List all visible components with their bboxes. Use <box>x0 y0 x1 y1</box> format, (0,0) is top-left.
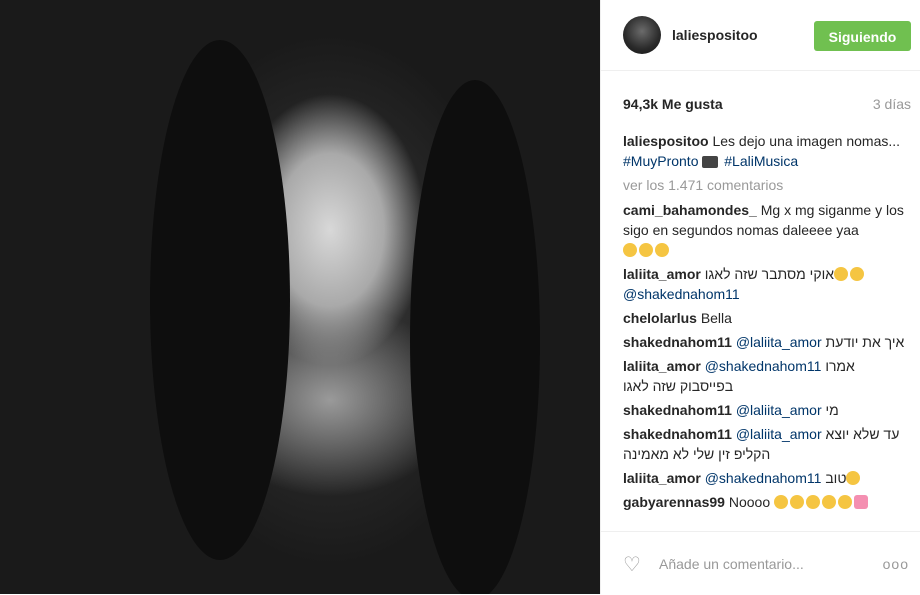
comment-username[interactable]: laliita_amor <box>623 358 701 374</box>
comment-username[interactable]: cami_bahamondes_ <box>623 202 757 218</box>
grinning-emoji-icon <box>623 243 637 257</box>
heart-eyes-emoji-icon <box>838 495 852 509</box>
comment-username[interactable]: shakednahom11 <box>623 334 732 350</box>
comment-item: shakednahom11 @laliita_amor עד שלא יוצא … <box>623 424 911 464</box>
caption: laliespositoo Les dejo una imagen nomas.… <box>623 131 911 171</box>
grinning-emoji-icon <box>655 243 669 257</box>
mention-link[interactable]: @shakednahom11 <box>705 358 822 374</box>
caption-text: Les dejo una imagen nomas... <box>712 133 901 149</box>
mention-link[interactable]: @laliita_amor <box>736 426 822 442</box>
hashtag-link[interactable]: #LaliMusica <box>724 153 798 169</box>
comment-username[interactable]: gabyarennas99 <box>623 494 725 510</box>
photo-hair-right <box>410 80 540 594</box>
photo-hair-left <box>150 40 290 560</box>
crying-laughing-emoji-icon <box>850 267 864 281</box>
avatar[interactable] <box>623 16 661 54</box>
comment-text: איך את יודעת <box>825 334 905 350</box>
mention-link[interactable]: @laliita_amor <box>736 334 822 350</box>
post-photo[interactable] <box>0 0 600 594</box>
mention-link[interactable]: @shakednahom11 <box>623 286 740 302</box>
comment-item: chelolarlus Bella <box>623 308 911 328</box>
movie-camera-emoji-icon <box>702 156 719 168</box>
likes-count[interactable]: 94,3k Me gusta <box>623 96 723 112</box>
comment-text: טוב <box>825 470 847 486</box>
post-sidebar: laliespositoo Siguiendo 94,3k Me gusta 3… <box>600 0 920 594</box>
heart-outline-icon[interactable]: ♡ <box>623 554 645 576</box>
grinning-emoji-icon <box>639 243 653 257</box>
following-button[interactable]: Siguiendo <box>814 21 911 51</box>
comments-list: laliespositoo Les dejo una imagen nomas.… <box>623 131 911 526</box>
comment-item: cami_bahamondes_ Mg x mg siganme y los s… <box>623 200 911 260</box>
view-all-comments-link[interactable]: ver los 1.471 comentarios <box>623 175 911 195</box>
comment-username[interactable]: laliita_amor <box>623 266 701 282</box>
comment-username[interactable]: shakednahom11 <box>623 426 732 442</box>
comment-item: shakednahom11 @laliita_amor מי <box>623 400 911 420</box>
comment-bar: ♡ Añade un comentario... ooo <box>601 531 920 595</box>
instagram-post: laliespositoo Siguiendo 94,3k Me gusta 3… <box>0 0 920 594</box>
post-time[interactable]: 3 días <box>873 96 911 112</box>
comment-username[interactable]: chelolarlus <box>623 310 697 326</box>
comment-text: Noooo <box>728 494 771 510</box>
comment-item: laliita_amor @shakednahom11 אמרו בפייסבו… <box>623 356 911 396</box>
comment-item: laliita_amor אוקי מסתבר שזה לאגו @shaked… <box>623 264 911 304</box>
heart-eyes-emoji-icon <box>806 495 820 509</box>
crying-laughing-emoji-icon <box>846 471 861 485</box>
comment-item: gabyarennas99 Noooo <box>623 492 911 512</box>
comment-text: אוקי מסתבר שזה לאגו <box>704 266 834 282</box>
comment-item: shakednahom11 @laliita_amor איך את יודעת <box>623 332 911 352</box>
kissing-emoji-icon <box>774 495 788 509</box>
heart-eyes-emoji-icon <box>822 495 836 509</box>
comment-item: laliita_amor @shakednahom11 טוב <box>623 468 911 488</box>
add-comment-input[interactable]: Añade un comentario... <box>659 556 804 572</box>
post-header: laliespositoo Siguiendo <box>601 0 920 71</box>
hashtag-link[interactable]: #MuyPronto <box>623 153 698 169</box>
mention-link[interactable]: @shakednahom11 <box>705 470 822 486</box>
sparkling-heart-emoji-icon <box>854 495 868 509</box>
comment-text: Bella <box>700 310 732 326</box>
more-options-icon[interactable]: ooo <box>883 556 909 572</box>
neutral-face-emoji-icon <box>834 267 848 281</box>
heart-eyes-emoji-icon <box>790 495 804 509</box>
comment-text: מי <box>825 402 839 418</box>
caption-username[interactable]: laliespositoo <box>623 133 709 149</box>
comment-username[interactable]: shakednahom11 <box>623 402 732 418</box>
mention-link[interactable]: @laliita_amor <box>736 402 822 418</box>
comment-username[interactable]: laliita_amor <box>623 470 701 486</box>
header-username[interactable]: laliespositoo <box>672 27 758 43</box>
